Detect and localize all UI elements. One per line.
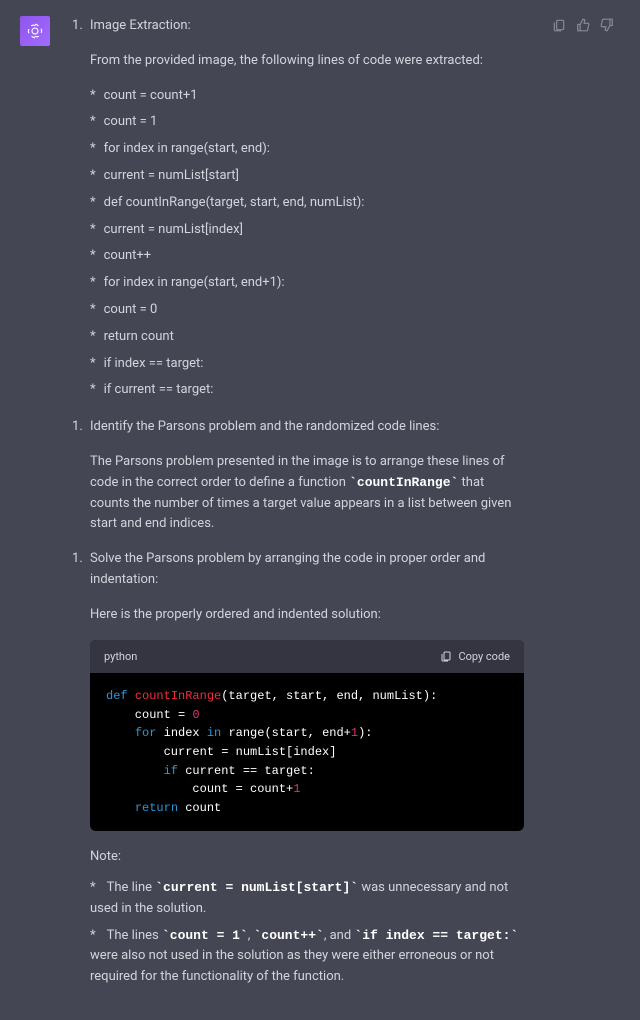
step-1-header: Image Extraction: — [68, 16, 524, 37]
step-1-title: Image Extraction: — [86, 16, 524, 37]
step-3-header: Solve the Parsons problem by arranging t… — [68, 549, 524, 591]
extracted-line: count = 0 — [90, 300, 524, 321]
extracted-line: count++ — [90, 246, 524, 267]
extracted-line: count = count+1 — [90, 86, 524, 107]
copy-code-button[interactable]: Copy code — [440, 648, 510, 666]
clipboard-icon — [552, 18, 566, 32]
inline-code: `count = 1` — [162, 928, 248, 943]
extracted-line: if current == target: — [90, 380, 524, 401]
code-content: def countInRange(target, start, end, num… — [90, 673, 524, 831]
extracted-line: for index in range(start, end): — [90, 139, 524, 160]
thumbs-up-button[interactable] — [574, 16, 592, 34]
message-actions — [550, 16, 616, 1004]
inline-code: `if index == target:` — [354, 928, 518, 943]
message-content: Image Extraction: From the provided imag… — [68, 16, 532, 1004]
notes-list: The line `current = numList[start]` was … — [68, 878, 524, 988]
step-3-title: Solve the Parsons problem by arranging t… — [86, 549, 524, 591]
note-label: Note: — [90, 847, 524, 868]
extracted-line: for index in range(start, end+1): — [90, 273, 524, 294]
code-block: python Copy code def countInRange(target… — [90, 640, 524, 832]
thumbs-down-button[interactable] — [598, 16, 616, 34]
assistant-avatar — [20, 16, 50, 46]
assistant-message: Image Extraction: From the provided imag… — [0, 0, 640, 1020]
inline-code: `count++` — [254, 928, 324, 943]
thumbs-down-icon — [600, 18, 614, 32]
extraction-intro: From the provided image, the following l… — [90, 51, 524, 72]
extracted-lines-list: count = count+1 count = 1 for index in r… — [68, 86, 524, 402]
step-2-title: Identify the Parsons problem and the ran… — [86, 417, 524, 438]
code-lang-label: python — [104, 648, 137, 666]
extracted-line: current = numList[index] — [90, 220, 524, 241]
step-2-header: Identify the Parsons problem and the ran… — [68, 417, 524, 438]
extracted-line: if index == target: — [90, 354, 524, 375]
clipboard-icon — [440, 650, 452, 662]
copy-code-label: Copy code — [458, 648, 510, 666]
extracted-line: current = numList[start] — [90, 166, 524, 187]
inline-code-fn: `countInRange` — [349, 475, 458, 490]
note-item: The line `current = numList[start]` was … — [90, 878, 524, 920]
extracted-line: count = 1 — [90, 112, 524, 133]
parsons-description: The Parsons problem presented in the ima… — [90, 452, 524, 535]
inline-code: `current = numList[start]` — [155, 880, 358, 895]
code-block-header: python Copy code — [90, 640, 524, 674]
openai-logo-icon — [26, 22, 44, 40]
extracted-line: return count — [90, 327, 524, 348]
thumbs-up-icon — [576, 18, 590, 32]
copy-message-button[interactable] — [550, 16, 568, 34]
solution-intro: Here is the properly ordered and indente… — [90, 605, 524, 626]
note-item: The lines `count = 1`, `count++`, and `i… — [90, 926, 524, 988]
extracted-line: def countInRange(target, start, end, num… — [90, 193, 524, 214]
